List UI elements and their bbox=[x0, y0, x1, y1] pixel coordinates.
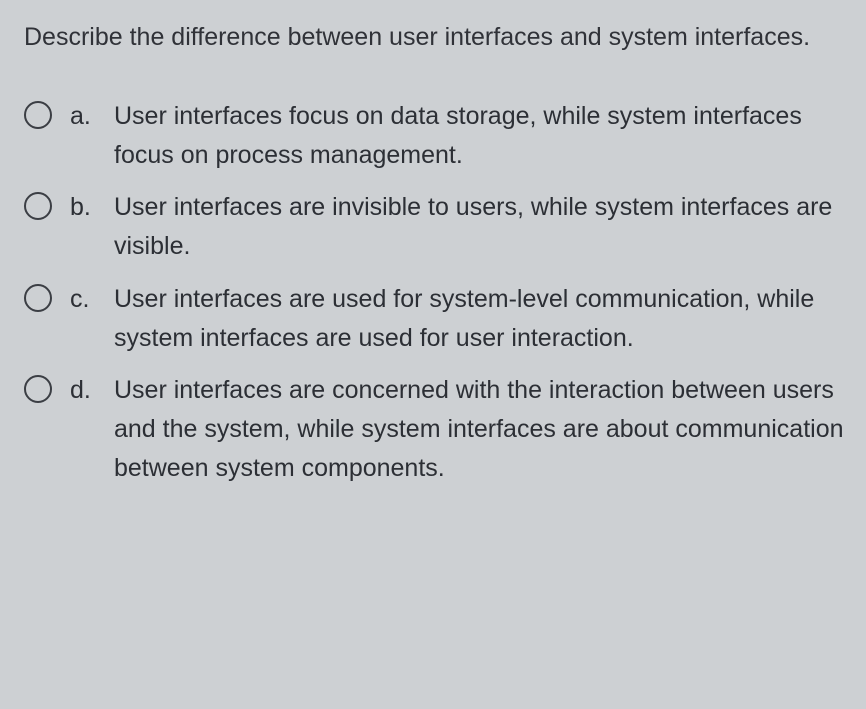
option-body: c. User interfaces are used for system-l… bbox=[70, 280, 846, 358]
option-b[interactable]: b. User interfaces are invisible to user… bbox=[24, 188, 846, 266]
option-c[interactable]: c. User interfaces are used for system-l… bbox=[24, 280, 846, 358]
options-list: a. User interfaces focus on data storage… bbox=[24, 97, 846, 488]
option-text: User interfaces are invisible to users, … bbox=[114, 188, 846, 266]
option-text: User interfaces focus on data storage, w… bbox=[114, 97, 846, 175]
option-letter: b. bbox=[70, 188, 98, 227]
option-body: b. User interfaces are invisible to user… bbox=[70, 188, 846, 266]
option-body: a. User interfaces focus on data storage… bbox=[70, 97, 846, 175]
option-body: d. User interfaces are concerned with th… bbox=[70, 371, 846, 487]
option-letter: a. bbox=[70, 97, 98, 136]
option-d[interactable]: d. User interfaces are concerned with th… bbox=[24, 371, 846, 487]
option-text: User interfaces are concerned with the i… bbox=[114, 371, 846, 487]
radio-icon[interactable] bbox=[24, 284, 52, 312]
question-text: Describe the difference between user int… bbox=[24, 18, 846, 57]
option-a[interactable]: a. User interfaces focus on data storage… bbox=[24, 97, 846, 175]
radio-icon[interactable] bbox=[24, 375, 52, 403]
option-letter: d. bbox=[70, 371, 98, 410]
option-letter: c. bbox=[70, 280, 98, 319]
option-text: User interfaces are used for system-leve… bbox=[114, 280, 846, 358]
radio-icon[interactable] bbox=[24, 101, 52, 129]
radio-icon[interactable] bbox=[24, 192, 52, 220]
